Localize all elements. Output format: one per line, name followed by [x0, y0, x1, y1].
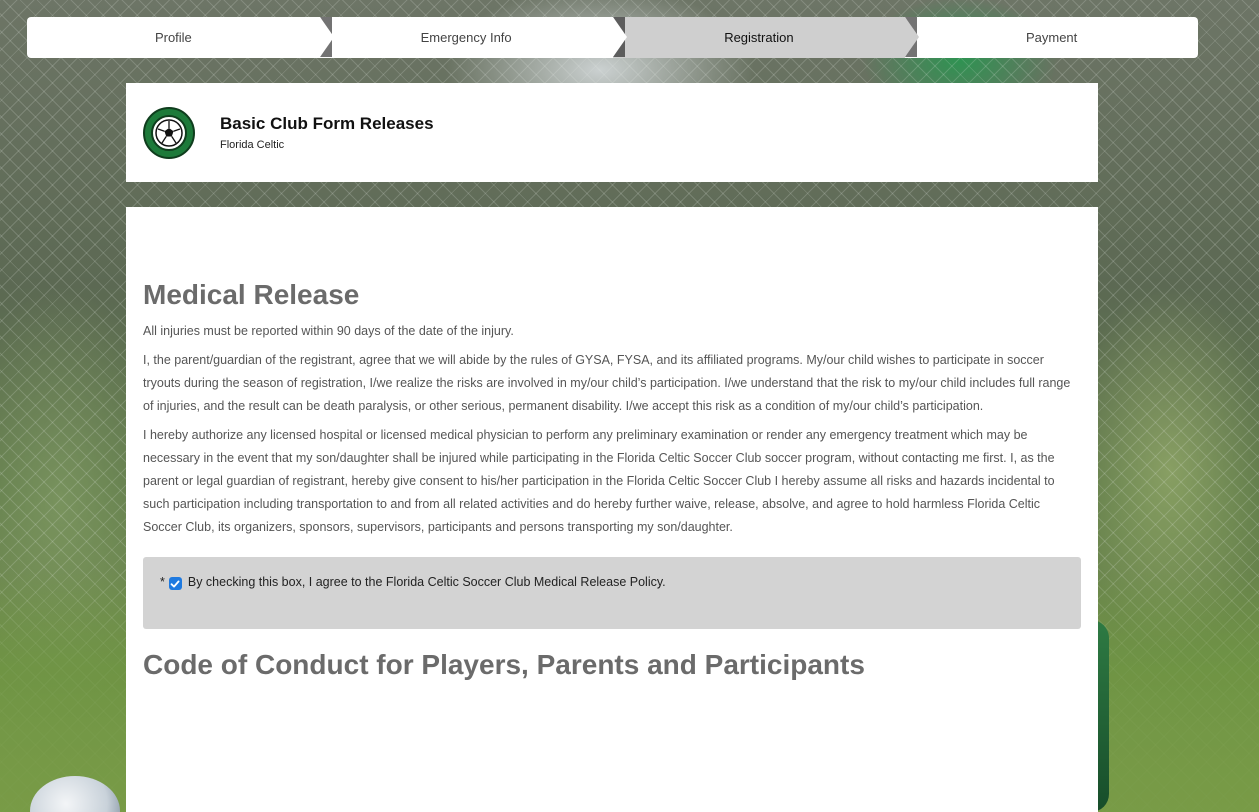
medical-release-paragraph: I, the parent/guardian of the registrant… — [143, 353, 1071, 413]
header-text: Basic Club Form Releases Florida Celtic — [220, 114, 434, 151]
medical-release-agreement: * By checking this box, I agree to the F… — [143, 557, 1081, 629]
form-content: Medical Release All injuries must be rep… — [126, 207, 1098, 812]
step-label: Registration — [724, 30, 794, 45]
form-title: Basic Club Form Releases — [220, 114, 434, 133]
form-header-card: Basic Club Form Releases Florida Celtic — [126, 83, 1098, 182]
soccer-ball-crest-icon — [143, 106, 195, 159]
code-of-conduct-title: Code of Conduct for Players, Parents and… — [143, 649, 865, 680]
step-profile[interactable]: Profile — [27, 17, 334, 58]
step-emergency-info[interactable]: Emergency Info — [319, 17, 627, 58]
step-payment[interactable]: Payment — [905, 17, 1198, 58]
step-arrow — [612, 17, 627, 57]
medical-release-checkbox[interactable] — [168, 577, 182, 590]
medical-release-paragraph: I hereby authorize any licensed hospital… — [143, 428, 1055, 534]
step-label: Profile — [154, 30, 192, 45]
soccer-ball-icon — [151, 114, 187, 151]
medical-release-paragraph: All injuries must be reported within 90 … — [143, 324, 514, 338]
required-mark: * — [160, 575, 165, 589]
step-registration[interactable]: Registration — [612, 17, 920, 58]
step-arrow — [319, 17, 334, 57]
step-label: Payment — [1025, 30, 1078, 45]
medical-release-agree-label[interactable]: By checking this box, I agree to the Flo… — [188, 575, 666, 589]
checkmark-icon — [170, 580, 180, 587]
medical-release-title: Medical Release — [143, 279, 360, 310]
wizard-steps: Profile Emergency Info Registration Paym… — [27, 17, 1198, 58]
step-label: Emergency Info — [420, 30, 512, 45]
club-name: Florida Celtic — [220, 139, 285, 151]
step-arrow — [905, 17, 920, 57]
